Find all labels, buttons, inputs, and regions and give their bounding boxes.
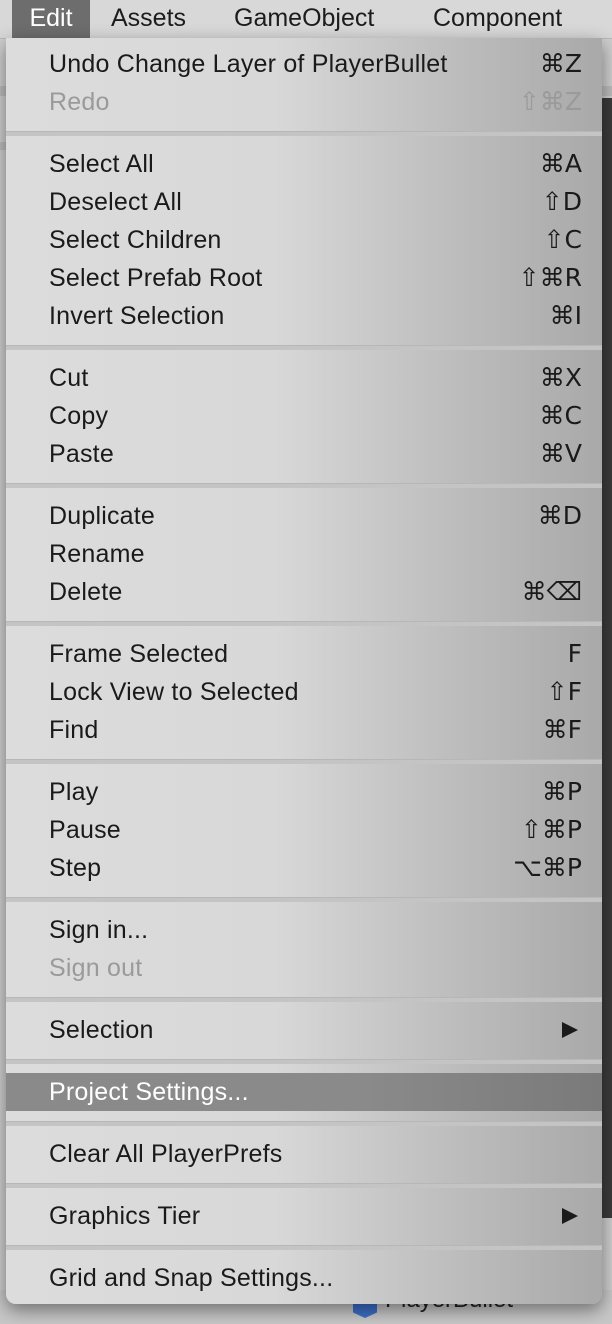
menu-gameobject-label: GameObject	[234, 4, 375, 32]
menu-item-shortcut: ⇧⌘R	[518, 263, 582, 292]
menu-separator	[6, 483, 602, 488]
menu-item-delete[interactable]: Delete ⌘⌫	[6, 573, 602, 611]
menu-item-sign-out[interactable]: Sign out	[6, 949, 602, 987]
menu-item-label: Graphics Tier	[49, 1202, 201, 1230]
menu-item-label: Duplicate	[49, 502, 156, 530]
menu-component[interactable]: Component	[433, 0, 562, 38]
menu-item-label: Copy	[49, 402, 109, 430]
menu-edit[interactable]: Edit	[12, 0, 90, 38]
menu-item-selection[interactable]: Selection	[6, 1011, 602, 1049]
menu-item-label: Sign out	[49, 954, 143, 982]
menu-item-shortcut: ⌥⌘P	[513, 853, 582, 882]
menu-item-shortcut: ⌘I	[549, 301, 582, 330]
menu-item-shortcut: ⌘F	[542, 715, 582, 744]
menu-separator	[6, 131, 602, 136]
menu-item-clear-all-playerprefs[interactable]: Clear All PlayerPrefs	[6, 1135, 602, 1173]
menu-separator	[6, 997, 602, 1002]
menu-item-find[interactable]: Find ⌘F	[6, 711, 602, 749]
menu-item-step[interactable]: Step ⌥⌘P	[6, 849, 602, 887]
menu-separator	[6, 1183, 602, 1188]
menu-separator	[6, 1121, 602, 1126]
menu-separator	[6, 759, 602, 764]
menu-separator	[6, 1245, 602, 1250]
menu-item-label: Invert Selection	[49, 302, 225, 330]
menu-item-label: Cut	[49, 364, 89, 392]
menu-item-label: Selection	[49, 1016, 154, 1044]
menu-item-shortcut: ⌘⌫	[521, 577, 582, 606]
menu-item-deselect-all[interactable]: Deselect All ⇧D	[6, 183, 602, 221]
menu-item-label: Find	[49, 716, 99, 744]
submenu-arrow-icon	[562, 1022, 578, 1038]
menu-item-graphics-tier[interactable]: Graphics Tier	[6, 1197, 602, 1235]
menu-item-label: Lock View to Selected	[49, 678, 299, 706]
menu-item-shortcut: F	[567, 639, 582, 668]
menu-component-label: Component	[433, 4, 563, 32]
menu-item-label: Pause	[49, 816, 121, 844]
menu-item-play[interactable]: Play ⌘P	[6, 773, 602, 811]
menu-item-shortcut: ⌘Z	[539, 49, 582, 78]
menu-item-shortcut: ⌘V	[539, 439, 582, 468]
menu-item-shortcut: ⌘C	[539, 401, 582, 430]
menu-item-sign-in[interactable]: Sign in...	[6, 911, 602, 949]
menu-gameobject[interactable]: GameObject	[234, 0, 374, 38]
menu-item-shortcut: ⌘P	[541, 777, 582, 806]
menu-item-label: Undo Change Layer of PlayerBullet	[49, 50, 448, 78]
menu-item-shortcut: ⇧D	[541, 187, 582, 216]
menu-item-label: Select Prefab Root	[49, 264, 263, 292]
menu-item-shortcut: ⌘D	[537, 501, 582, 530]
menu-assets[interactable]: Assets	[111, 0, 186, 38]
menu-assets-label: Assets	[111, 4, 187, 32]
menu-item-label: Grid and Snap Settings...	[49, 1264, 334, 1292]
menu-item-label: Select All	[49, 150, 154, 178]
menu-item-label: Clear All PlayerPrefs	[49, 1140, 283, 1168]
menu-item-undo[interactable]: Undo Change Layer of PlayerBullet ⌘Z	[6, 45, 602, 83]
menu-item-pause[interactable]: Pause ⇧⌘P	[6, 811, 602, 849]
menu-item-project-settings[interactable]: Project Settings...	[6, 1073, 602, 1111]
menu-item-label: Delete	[49, 578, 123, 606]
edit-menu-dropdown: Undo Change Layer of PlayerBullet ⌘Z Red…	[6, 38, 602, 1304]
menu-item-select-prefab-root[interactable]: Select Prefab Root ⇧⌘R	[6, 259, 602, 297]
menu-item-label: Select Children	[49, 226, 222, 254]
menu-item-shortcut: ⇧⌘Z	[518, 87, 582, 116]
menu-item-select-all[interactable]: Select All ⌘A	[6, 145, 602, 183]
menu-item-label: Project Settings...	[49, 1078, 249, 1106]
menu-item-label: Deselect All	[49, 188, 183, 216]
menu-item-label: Paste	[49, 440, 114, 468]
menu-item-label: Rename	[49, 540, 145, 568]
menu-item-copy[interactable]: Copy ⌘C	[6, 397, 602, 435]
menu-item-frame-selected[interactable]: Frame Selected F	[6, 635, 602, 673]
menu-item-redo[interactable]: Redo ⇧⌘Z	[6, 83, 602, 121]
menu-item-cut[interactable]: Cut ⌘X	[6, 359, 602, 397]
menu-item-label: Frame Selected	[49, 640, 229, 668]
menu-bar: Edit Assets GameObject Component	[0, 0, 612, 39]
menu-separator	[6, 1059, 602, 1064]
menu-item-select-children[interactable]: Select Children ⇧C	[6, 221, 602, 259]
menu-item-shortcut: ⇧F	[546, 677, 582, 706]
menu-item-duplicate[interactable]: Duplicate ⌘D	[6, 497, 602, 535]
menu-edit-label: Edit	[29, 4, 73, 32]
menu-item-lock-view-to-selected[interactable]: Lock View to Selected ⇧F	[6, 673, 602, 711]
menu-item-label: Step	[49, 854, 102, 882]
menu-separator	[6, 897, 602, 902]
menu-separator	[6, 621, 602, 626]
menu-item-invert-selection[interactable]: Invert Selection ⌘I	[6, 297, 602, 335]
menu-item-shortcut: ⇧C	[543, 225, 582, 254]
menu-item-grid-and-snap-settings[interactable]: Grid and Snap Settings...	[6, 1259, 602, 1297]
menu-item-rename[interactable]: Rename	[6, 535, 602, 573]
menu-item-label: Redo	[49, 88, 110, 116]
menu-item-paste[interactable]: Paste ⌘V	[6, 435, 602, 473]
menu-item-label: Sign in...	[49, 916, 149, 944]
menu-item-shortcut: ⌘A	[539, 149, 582, 178]
menu-separator	[6, 345, 602, 350]
menu-item-label: Play	[49, 778, 99, 806]
submenu-arrow-icon	[562, 1208, 578, 1224]
menu-item-shortcut: ⇧⌘P	[520, 815, 582, 844]
menu-item-shortcut: ⌘X	[539, 363, 582, 392]
